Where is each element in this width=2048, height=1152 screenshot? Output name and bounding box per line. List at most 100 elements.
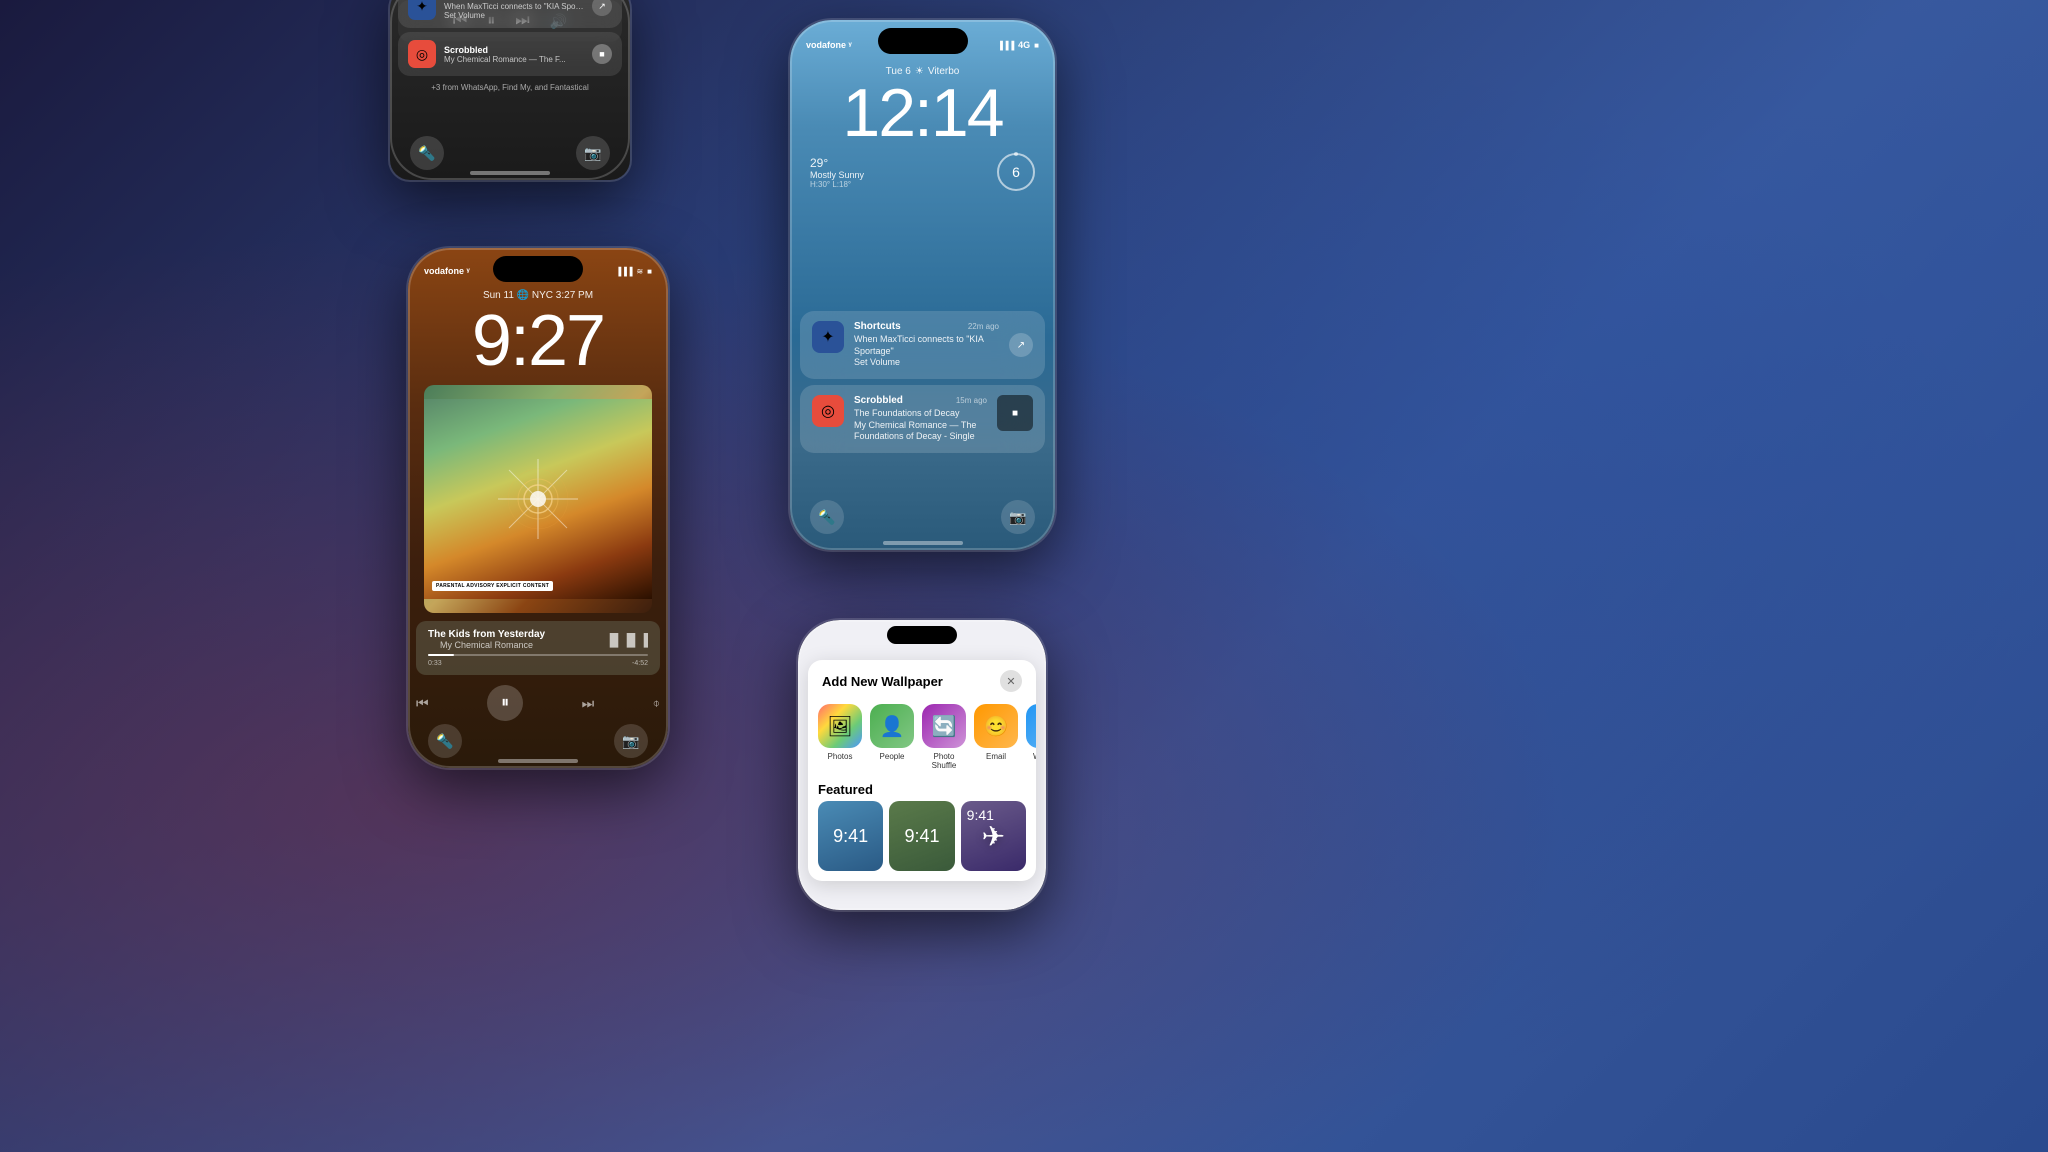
phone-bottom-right: Add New Wallpaper ✕ 🖼 Photos 👤 People 🔄 … [798, 620, 1046, 910]
status-icons-right: ▐▐▐ 4G ■ [997, 40, 1039, 50]
progress-fill [428, 654, 454, 656]
wallpaper-header: Add New Wallpaper ✕ [808, 660, 1036, 698]
shuffle-option-label: Photo Shuffle [922, 752, 966, 770]
shortcuts-content-right: Shortcuts 22m ago When MaxTicci connects… [854, 321, 999, 369]
people-option-label: People [880, 752, 905, 761]
shortcuts-app-name: Shortcuts [854, 321, 901, 332]
scrobbled-action[interactable]: ■ [592, 44, 612, 64]
wallpaper-preview-1[interactable]: 9:41 [818, 801, 883, 871]
shortcuts-notif-content: Shortcuts 19m ago When MaxTicci connects… [444, 0, 584, 20]
rewind-main[interactable]: ⏮ [416, 695, 429, 712]
progress-bar[interactable] [428, 654, 648, 656]
scrobbled-app-name: Scrobbled [854, 395, 903, 406]
wallpaper-option-people[interactable]: 👤 People [870, 704, 914, 770]
wallpaper-modal-title: Add New Wallpaper [822, 674, 943, 689]
shortcuts-sub-right: Set Volume [854, 357, 999, 369]
now-playing-bar: The Kids from Yesterday My Chemical Roma… [416, 621, 660, 675]
wallpaper-option-photos[interactable]: 🖼 Photos [818, 704, 862, 770]
camera-button[interactable]: 📷 [576, 136, 610, 170]
shortcuts-time-right: 22m ago [968, 322, 999, 331]
scrobbled-header: Scrobbled 15m ago [854, 395, 987, 406]
emoji-option-icon: 😊 [974, 704, 1018, 748]
scrobbled-content-right: Scrobbled 15m ago The Foundations of Dec… [854, 395, 987, 443]
wallpaper-close-button[interactable]: ✕ [1000, 670, 1022, 692]
flashlight-button[interactable]: 🔦 [410, 136, 444, 170]
dynamic-island-bottom [887, 626, 957, 644]
scrobbled-notif-content: Scrobbled My Chemical Romance — The F... [444, 45, 584, 64]
progress-times: 0:33 -4:52 [428, 660, 648, 667]
notif-shortcuts-right: ✦ Shortcuts 22m ago When MaxTicci connec… [800, 311, 1045, 379]
forward-main[interactable]: ⏭ [582, 695, 595, 712]
dynamic-island [493, 256, 583, 282]
flashlight-main[interactable]: 🔦 [428, 724, 462, 758]
wallpaper-option-weather[interactable]: 🌤 Weather [1026, 704, 1036, 770]
lock-time-right: 12:14 [790, 79, 1055, 147]
current-time: 0:33 [428, 660, 442, 667]
scrobbled-body-line2: My Chemical Romance — The Foundations of… [854, 420, 987, 443]
album-art-image: PARENTAL ADVISORY EXPLICIT CONTENT [424, 399, 652, 599]
weather-option-label: Weather [1033, 752, 1036, 761]
wallpaper-option-emoji[interactable]: 😊 Email [974, 704, 1018, 770]
album-art-graphic [498, 459, 578, 539]
total-time: -4:52 [632, 660, 648, 667]
preview-time-3: 9:41 [967, 807, 994, 823]
emoji-option-label: Email [986, 752, 1006, 761]
phone-main-left: vodafone ᵞ ▐▐▐ ≋ ■ Sun 11 🌐 NYC 3:27 PM … [408, 248, 668, 768]
home-indicator-main [498, 759, 578, 763]
shortcuts-header: Shortcuts 22m ago [854, 321, 999, 332]
scrobbled-icon-right: ◎ [812, 395, 844, 427]
phone-top-center: ⏮ ⏸ ⏭ 🔊 ✦ Shortcuts 19m ago When MaxTicc… [390, 0, 630, 180]
shortcuts-action[interactable]: ↗ [592, 0, 612, 16]
airplay-button[interactable]: ⌽ [653, 696, 660, 711]
camera-right[interactable]: 📷 [1001, 500, 1035, 534]
wallpaper-option-shuffle[interactable]: 🔄 Photo Shuffle [922, 704, 966, 770]
wallpaper-options: 🖼 Photos 👤 People 🔄 Photo Shuffle 😊 Emai… [808, 698, 1036, 776]
photos-option-icon: 🖼 [818, 704, 862, 748]
scrobbled-notif-body: My Chemical Romance — The F... [444, 55, 584, 64]
notification-scrobbled: ◎ Scrobbled My Chemical Romance — The F.… [398, 32, 622, 76]
pause-main[interactable]: ⏸ [487, 685, 523, 721]
playback-controls: ⏮ ⏸ ⏭ ⌽ [408, 681, 668, 725]
wallpaper-preview-3[interactable]: ✈ 9:41 [961, 801, 1026, 871]
track-title: The Kids from Yesterday [428, 629, 545, 640]
scrobbled-thumbnail: ■ [997, 395, 1033, 431]
weather-info: 29° Mostly Sunny H:30° L:18° [810, 156, 864, 189]
more-notifications: +3 from WhatsApp, Find My, and Fantastic… [390, 80, 630, 95]
bottom-controls-main: 🔦 📷 [408, 724, 668, 758]
camera-main[interactable]: 📷 [614, 724, 648, 758]
bottom-controls-right: 🔦 📷 [790, 500, 1055, 534]
preview-time-2: 9:41 [904, 826, 939, 847]
wallpaper-previews: 9:41 9:41 ✈ 9:41 [808, 801, 1036, 881]
lock-time-main: 9:27 [408, 305, 668, 377]
album-art: PARENTAL ADVISORY EXPLICIT CONTENT [424, 385, 652, 613]
bottom-controls: 🔦 📷 [390, 136, 630, 170]
home-indicator-right [883, 541, 963, 545]
carrier-left: vodafone ᵞ [424, 266, 470, 276]
scrobbled-time-right: 15m ago [956, 396, 987, 405]
status-icons-left: ▐▐▐ ≋ ■ [615, 267, 652, 276]
carrier-right: vodafone ᵞ [806, 40, 852, 50]
notification-shortcuts: ✦ Shortcuts 19m ago When MaxTicci connec… [398, 0, 622, 28]
preview-plane-icon: ✈ [982, 820, 1005, 853]
parental-advisory-label: PARENTAL ADVISORY EXPLICIT CONTENT [432, 581, 553, 591]
weather-ring: 6 [997, 153, 1035, 191]
weather-temp: 29° [810, 156, 864, 170]
shuffle-option-icon: 🔄 [922, 704, 966, 748]
flashlight-right[interactable]: 🔦 [810, 500, 844, 534]
wallpaper-preview-2[interactable]: 9:41 [889, 801, 954, 871]
phone-top-right: vodafone ᵞ ▐▐▐ 4G ■ Tue 6 ☀ Viterbo 12:1… [790, 20, 1055, 550]
weather-ring-number: 6 [1012, 164, 1020, 180]
shortcuts-action-right[interactable]: ↗ [1009, 333, 1033, 357]
lock-location: Sun 11 🌐 NYC 3:27 PM [408, 290, 668, 301]
shortcuts-icon: ✦ [408, 0, 436, 20]
shortcuts-notif-sub: Set Volume [444, 11, 584, 20]
home-indicator [470, 171, 550, 175]
shortcuts-notif-body: When MaxTicci connects to "KIA Sportage" [444, 2, 584, 11]
notification-section: ✦ Shortcuts 22m ago When MaxTicci connec… [790, 311, 1055, 453]
weather-hilo: H:30° L:18° [810, 180, 864, 189]
weather-widget: 29° Mostly Sunny H:30° L:18° 6 [790, 153, 1055, 191]
notif-scrobbled-right: ◎ Scrobbled 15m ago The Foundations of D… [800, 385, 1045, 453]
shortcuts-body-right: When MaxTicci connects to "KIA Sportage" [854, 334, 999, 357]
preview-time-1: 9:41 [833, 826, 868, 847]
scrobbled-body-line1: The Foundations of Decay [854, 408, 987, 420]
